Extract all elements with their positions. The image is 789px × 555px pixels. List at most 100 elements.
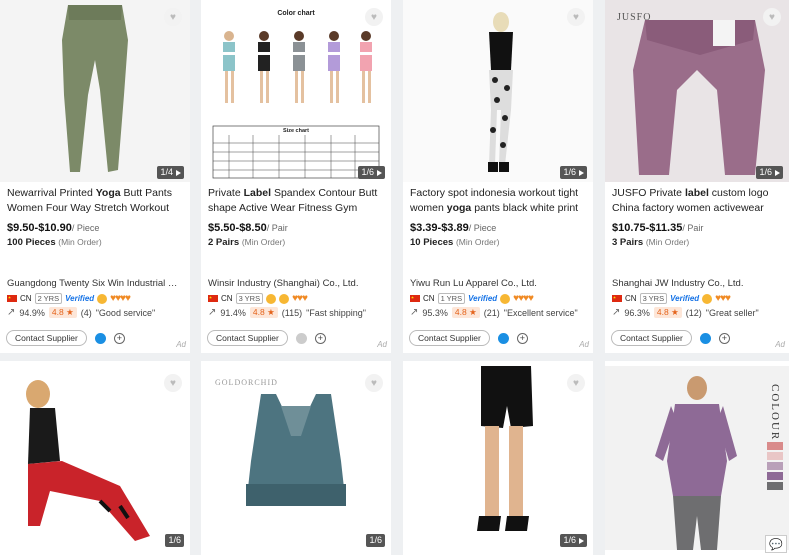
favorite-heart-icon[interactable]: ♥: [567, 8, 585, 26]
rating-row: ↗ 91.4% 4.8 ★ (115) "Fast shipping": [208, 307, 366, 318]
product-image[interactable]: Color chart Size chart ♥ 1/6: [201, 0, 391, 182]
diamond-hearts-icon: ♥♥♥♥: [110, 293, 131, 304]
play-icon[interactable]: [377, 169, 382, 176]
product-title[interactable]: Newarrival Printed Yoga Butt Pants Women…: [7, 186, 184, 216]
verified-badge[interactable]: Verified: [670, 294, 699, 303]
product-image[interactable]: ♥ 1/6: [0, 366, 190, 550]
add-compare-icon[interactable]: +: [314, 332, 326, 344]
card-actions: Contact Supplier +: [6, 330, 125, 346]
trend-arrow-icon: ↗: [208, 307, 217, 318]
product-card[interactable]: ♥ 1/6 Factory spot indonesia workout tig…: [403, 0, 593, 353]
min-order: 3 Pairs (Min Order): [612, 237, 690, 248]
add-compare-icon[interactable]: +: [516, 332, 528, 344]
product-card[interactable]: ♥ 1/4 Newarrival Printed Yoga Butt Pants…: [0, 0, 190, 353]
product-card[interactable]: ♥ 1/6: [403, 361, 593, 555]
image-counter: 1/6: [756, 166, 783, 179]
colour-swatch: [767, 462, 783, 470]
card-actions: Contact Supplier +: [409, 330, 528, 346]
product-card[interactable]: COLOUR: [605, 361, 789, 555]
ad-label: Ad: [176, 340, 186, 349]
product-image[interactable]: ♥ 1/6: [403, 0, 593, 182]
product-title[interactable]: Private Label Spandex Contour Butt shape…: [208, 186, 385, 216]
product-card[interactable]: ♥ 1/6: [0, 361, 190, 555]
product-title[interactable]: Factory spot indonesia workout tight wom…: [410, 186, 587, 216]
min-order: 10 Pieces (Min Order): [410, 237, 500, 248]
play-icon[interactable]: [579, 169, 584, 176]
contact-supplier-button[interactable]: Contact Supplier: [6, 330, 87, 346]
product-title[interactable]: JUSFO Private label custom logo China fa…: [612, 186, 783, 216]
medal-icon: [702, 293, 713, 304]
favorite-heart-icon[interactable]: ♥: [164, 8, 182, 26]
colour-label: COLOUR: [769, 384, 781, 442]
country-code: CN: [20, 294, 32, 303]
add-compare-icon[interactable]: +: [718, 332, 730, 344]
product-image[interactable]: GOLDORCHID ♥ 1/6: [201, 366, 391, 550]
chat-icon[interactable]: [497, 332, 509, 344]
image-counter: 1/6: [560, 166, 587, 179]
supplier-name[interactable]: Yiwu Run Lu Apparel Co., Ltd.: [410, 278, 587, 289]
trend-arrow-icon: ↗: [612, 307, 621, 318]
medal-icon: [279, 293, 290, 304]
supplier-name[interactable]: Shanghai JW Industry Co., Ltd.: [612, 278, 783, 289]
colour-swatch: [767, 482, 783, 490]
product-price: $10.75-$11.35/ Pair: [612, 222, 704, 234]
supplier-badges: CN 1 YRS Verified ♥♥♥♥: [410, 293, 587, 304]
china-flag-icon: [612, 295, 622, 302]
medal-icon: [266, 293, 277, 304]
product-image[interactable]: JUSFO ♥ 1/6: [605, 0, 789, 182]
colour-swatch: [767, 442, 783, 450]
product-image[interactable]: ♥ 1/4: [0, 0, 190, 182]
play-icon[interactable]: [176, 169, 181, 176]
rating-row: ↗ 95.3% 4.8 ★ (21) "Excellent service": [410, 307, 578, 318]
rating-row: ↗ 94.9% 4.8 ★ (4) "Good service": [7, 307, 156, 318]
country-code: CN: [221, 294, 233, 303]
favorite-heart-icon[interactable]: ♥: [567, 374, 585, 392]
chat-icon[interactable]: [94, 332, 106, 344]
diamond-hearts-icon: ♥♥♥: [292, 293, 308, 304]
favorite-heart-icon[interactable]: ♥: [365, 374, 383, 392]
rating-score: 4.8 ★: [249, 307, 278, 318]
contact-supplier-button[interactable]: Contact Supplier: [207, 330, 288, 346]
favorite-heart-icon[interactable]: ♥: [365, 8, 383, 26]
country-code: CN: [423, 294, 435, 303]
favorite-heart-icon[interactable]: ♥: [763, 8, 781, 26]
brand-watermark: JUSFO: [617, 12, 652, 23]
years-badge: 2 YRS: [34, 293, 63, 304]
china-flag-icon: [208, 295, 218, 302]
play-icon[interactable]: [579, 537, 584, 544]
rating-row: ↗ 96.3% 4.8 ★ (12) "Great seller": [612, 307, 759, 318]
product-image[interactable]: ♥ 1/6: [403, 366, 593, 550]
colour-swatch: [767, 472, 783, 480]
product-card[interactable]: JUSFO ♥ 1/6 JUSFO Private label custom l…: [605, 0, 789, 353]
favorite-heart-icon[interactable]: ♥: [164, 374, 182, 392]
rating-score: 4.8 ★: [653, 307, 682, 318]
color-chart-title: Color chart: [277, 10, 315, 17]
colour-swatch: [767, 452, 783, 460]
contact-supplier-button[interactable]: Contact Supplier: [409, 330, 490, 346]
product-card[interactable]: GOLDORCHID ♥ 1/6: [201, 361, 391, 555]
supplier-name[interactable]: Winsir Industry (Shanghai) Co., Ltd.: [208, 278, 385, 289]
contact-supplier-button[interactable]: Contact Supplier: [611, 330, 692, 346]
product-price: $3.39-$3.89/ Piece: [410, 222, 497, 234]
supplier-name[interactable]: Guangdong Twenty Six Win Industrial Co.,…: [7, 278, 184, 289]
chat-icon[interactable]: [699, 332, 711, 344]
product-card[interactable]: Color chart Size chart ♥ 1/6 Private Lab…: [201, 0, 391, 353]
ad-label: Ad: [775, 340, 785, 349]
china-flag-icon: [410, 295, 420, 302]
card-actions: Contact Supplier +: [207, 330, 326, 346]
chat-bubble-icon[interactable]: 💬: [765, 535, 787, 553]
play-icon[interactable]: [775, 169, 780, 176]
verified-badge[interactable]: Verified: [468, 294, 497, 303]
add-compare-icon[interactable]: +: [113, 332, 125, 344]
years-badge: 3 YRS: [235, 293, 264, 304]
verified-badge[interactable]: Verified: [65, 294, 94, 303]
ad-label: Ad: [579, 340, 589, 349]
size-chart-title: Size chart: [283, 128, 309, 134]
supplier-badges: CN 2 YRS Verified ♥♥♥♥: [7, 293, 184, 304]
product-price: $5.50-$8.50/ Pair: [208, 222, 288, 234]
chat-icon[interactable]: [295, 332, 307, 344]
product-image[interactable]: COLOUR: [605, 366, 789, 550]
years-badge: 1 YRS: [437, 293, 466, 304]
min-order: 100 Pieces (Min Order): [7, 237, 102, 248]
supplier-badges: CN 3 YRS Verified ♥♥♥: [612, 293, 783, 304]
